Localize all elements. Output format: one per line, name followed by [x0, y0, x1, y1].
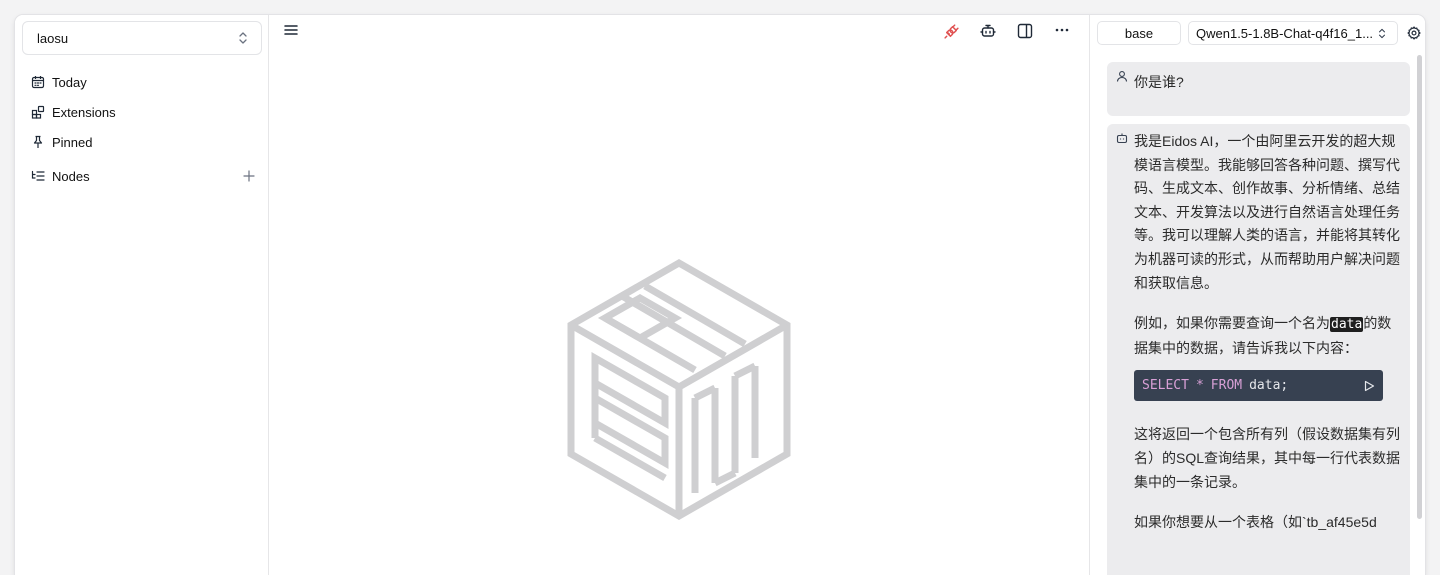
model-selector[interactable]: Qwen1.5-1.8B-Chat-q4f16_1... — [1188, 21, 1398, 45]
space-name: laosu — [37, 30, 69, 46]
blocks-icon — [31, 105, 45, 119]
user-icon — [1116, 71, 1128, 82]
code-keyword: SELECT — [1142, 378, 1189, 394]
model-name: Qwen1.5-1.8B-Chat-q4f16_1... — [1196, 25, 1374, 41]
space-switcher[interactable]: laosu — [22, 21, 262, 55]
panel-right-icon[interactable] — [1015, 21, 1035, 41]
code-keyword: FROM — [1210, 378, 1243, 394]
list-tree-icon — [31, 169, 45, 183]
sidebar-item-nodes[interactable]: Nodes — [31, 161, 255, 191]
inline-code: data — [1330, 317, 1364, 333]
sidebar-item-pinned[interactable]: Pinned — [31, 127, 255, 157]
app-window: laosu Today Extensions Pinned Nodes base… — [15, 15, 1425, 575]
bot-icon — [1116, 133, 1128, 144]
code-text: data; — [1249, 378, 1289, 394]
mode-selector[interactable]: base — [1097, 21, 1181, 45]
sidebar-item-label: Today — [52, 74, 87, 90]
pin-icon — [31, 135, 45, 149]
chevrons-up-down-icon — [239, 32, 247, 44]
chevrons-up-down-icon — [1378, 28, 1386, 38]
assistant-message-body: 我是Eidos AI，一个由阿里云开发的超大规模语言模型。我能够回答各种问题、撰… — [1134, 130, 1404, 552]
sidebar-item-extensions[interactable]: Extensions — [31, 97, 255, 127]
assistant-message: 我是Eidos AI，一个由阿里云开发的超大规模语言模型。我能够回答各种问题、撰… — [1107, 124, 1410, 575]
assistant-paragraph: 如果你想要从一个表格（如`tb_af45e5d — [1134, 514, 1377, 531]
bot-icon[interactable] — [978, 21, 998, 41]
sidebar-item-today[interactable]: Today — [31, 67, 255, 97]
sidebar-item-label: Extensions — [52, 104, 116, 120]
app-logo — [567, 258, 791, 520]
menu-icon[interactable] — [281, 20, 301, 40]
assistant-paragraph: 我是Eidos AI，一个由阿里云开发的超大规模语言模型。我能够回答各种问题、撰… — [1134, 133, 1400, 291]
sidebar-item-label: Pinned — [52, 134, 93, 150]
user-message-text: 你是谁? — [1134, 74, 1184, 90]
sidebar: laosu Today Extensions Pinned Nodes — [15, 15, 269, 575]
chat-header: base Qwen1.5-1.8B-Chat-q4f16_1... — [1097, 21, 1425, 45]
text-span: 例如，如果你需要查询一个名为 — [1134, 315, 1330, 332]
unplug-icon[interactable] — [941, 21, 961, 41]
main-area — [269, 15, 1089, 575]
gear-icon[interactable] — [1407, 26, 1421, 40]
chat-panel: base Qwen1.5-1.8B-Chat-q4f16_1... 你是谁? 我… — [1089, 15, 1425, 575]
sidebar-nav: Today Extensions Pinned Nodes — [31, 67, 255, 191]
code-block: SELECT * FROM data; — [1134, 370, 1383, 402]
mode-label: base — [1124, 25, 1154, 41]
calendar-icon — [31, 75, 45, 89]
assistant-paragraph: 这将返回一个包含所有列（假设数据集有列名）的SQL查询结果，其中每一行代表数据集… — [1134, 426, 1401, 490]
add-node-icon[interactable] — [243, 170, 255, 182]
sidebar-item-label: Nodes — [52, 168, 90, 184]
user-message: 你是谁? — [1107, 62, 1410, 116]
code-operator: * — [1195, 378, 1204, 394]
more-horizontal-icon[interactable] — [1052, 20, 1072, 40]
chat-scrollbar[interactable] — [1417, 55, 1422, 519]
assistant-paragraph: 例如，如果你需要查询一个名为data的数据集中的数据，请告诉我以下内容： — [1134, 312, 1404, 360]
play-icon[interactable] — [1363, 380, 1375, 392]
